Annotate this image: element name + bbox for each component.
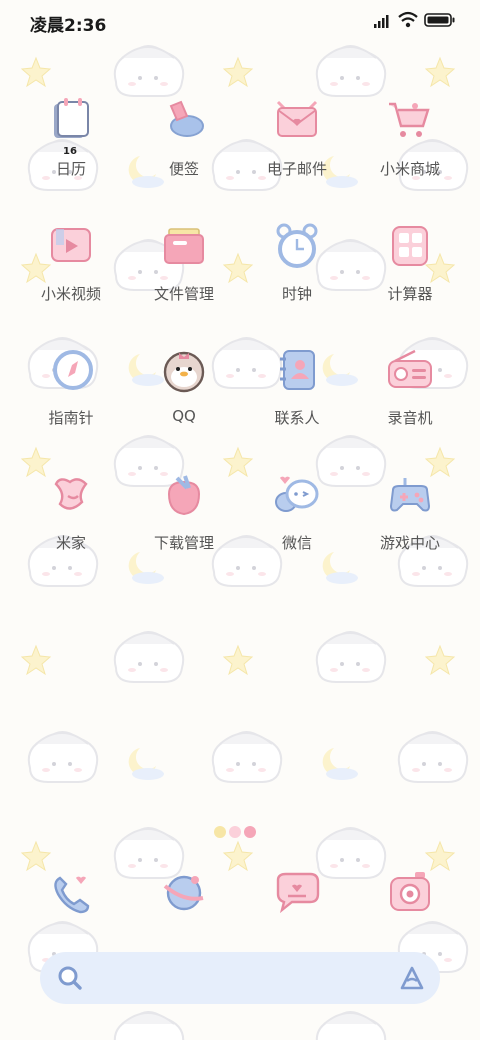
page-dot[interactable] bbox=[229, 826, 241, 838]
app-email[interactable]: 电子邮件 bbox=[241, 96, 353, 206]
app-label: 便签 bbox=[168, 160, 199, 178]
status-bar: 凌晨2:36 bbox=[0, 0, 480, 44]
app-label: 微信 bbox=[281, 534, 312, 552]
app-label: 下载管理 bbox=[153, 534, 214, 552]
app-label: 游戏中心 bbox=[379, 534, 440, 552]
app-clock[interactable]: 时钟 bbox=[241, 221, 353, 331]
video-icon bbox=[51, 228, 91, 262]
wifi-icon bbox=[398, 11, 418, 28]
app-label: 文件管理 bbox=[153, 285, 214, 303]
camera-icon bbox=[390, 872, 430, 911]
page-dot[interactable] bbox=[214, 826, 226, 838]
app-label: 联系人 bbox=[274, 409, 320, 427]
app-label: 小米商城 bbox=[379, 160, 440, 178]
contacts-icon bbox=[280, 350, 315, 390]
app-notes[interactable]: 便签 bbox=[128, 96, 240, 206]
calendar-icon bbox=[54, 98, 89, 138]
gamepad-icon bbox=[389, 478, 431, 512]
app-game-center[interactable]: 游戏中心 bbox=[354, 470, 466, 580]
compass-icon bbox=[53, 350, 93, 390]
calculator-icon bbox=[392, 226, 428, 266]
clock-icon bbox=[276, 223, 318, 268]
app-label: 时钟 bbox=[281, 285, 312, 303]
app-calculator[interactable]: 计算器 bbox=[354, 221, 466, 331]
phone-icon bbox=[54, 876, 90, 914]
search-bar[interactable] bbox=[40, 952, 440, 1004]
messages-icon bbox=[276, 872, 320, 914]
wechat-icon bbox=[275, 476, 319, 512]
app-label: QQ bbox=[172, 407, 196, 425]
recorder-icon bbox=[388, 349, 432, 388]
app-mi-store[interactable]: 小米商城 bbox=[354, 96, 466, 206]
page-indicator[interactable] bbox=[214, 823, 266, 838]
app-mi-video[interactable]: 小米视频 bbox=[15, 221, 127, 331]
battery-icon bbox=[424, 13, 455, 27]
app-label: 电子邮件 bbox=[266, 160, 327, 178]
app-calendar[interactable]: 16 日历 bbox=[15, 96, 127, 206]
app-contacts[interactable]: 联系人 bbox=[241, 345, 353, 455]
app-label: 指南针 bbox=[48, 409, 94, 427]
app-label: 小米视频 bbox=[40, 285, 101, 303]
app-label: 米家 bbox=[55, 534, 86, 552]
app-download-manager[interactable]: 下载管理 bbox=[128, 470, 240, 580]
notes-icon bbox=[169, 100, 204, 137]
search-icon bbox=[58, 966, 82, 990]
app-file-manager[interactable]: 文件管理 bbox=[128, 221, 240, 331]
app-label: 录音机 bbox=[387, 409, 433, 427]
signal-icon bbox=[374, 15, 389, 28]
qq-penguin-icon bbox=[163, 351, 205, 393]
app-compass[interactable]: 指南针 bbox=[15, 345, 127, 455]
status-time: 凌晨2:36 bbox=[30, 16, 107, 36]
app-label: 日历 bbox=[55, 160, 86, 178]
app-label: 计算器 bbox=[387, 285, 433, 303]
app-mijia[interactable]: 米家 bbox=[15, 470, 127, 580]
mijia-icon bbox=[54, 478, 88, 510]
shop-cart-icon bbox=[389, 102, 430, 137]
download-icon bbox=[167, 475, 201, 516]
file-manager-icon bbox=[164, 228, 204, 264]
app-qq[interactable]: QQ bbox=[128, 345, 240, 455]
app-wechat[interactable]: 微信 bbox=[241, 470, 353, 580]
assistant-icon[interactable] bbox=[398, 964, 426, 992]
page-dot[interactable] bbox=[244, 826, 256, 838]
email-icon bbox=[276, 100, 318, 137]
calendar-date-badge: 16 bbox=[63, 146, 77, 157]
app-recorder[interactable]: 录音机 bbox=[354, 345, 466, 455]
browser-icon bbox=[163, 875, 204, 911]
